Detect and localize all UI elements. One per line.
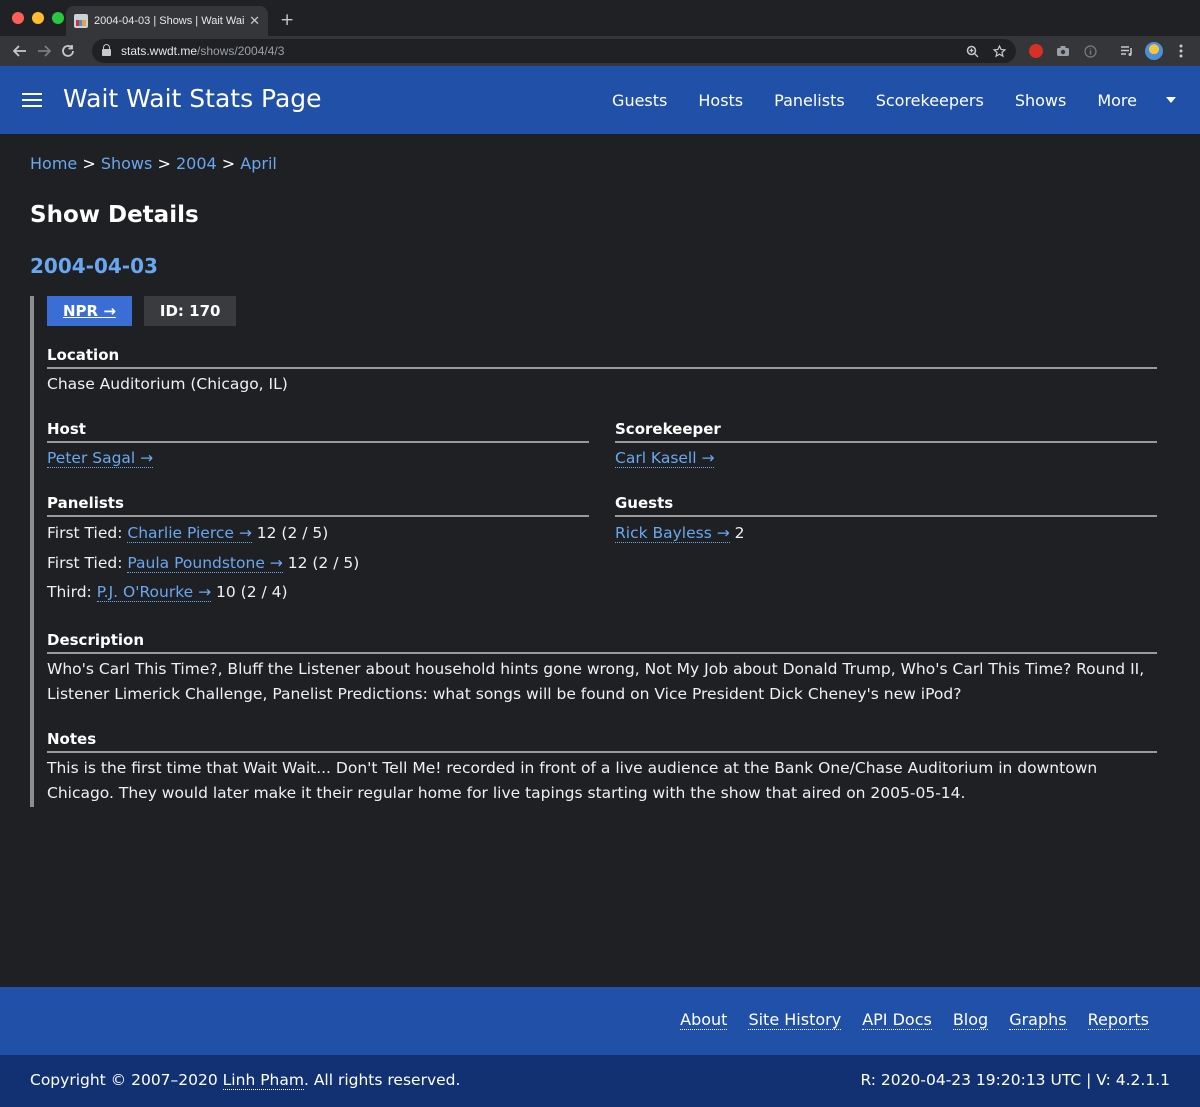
panelists-section: Panelists First Tied: Charlie Pierce → 1… bbox=[47, 494, 589, 608]
location-value: Chase Auditorium (Chicago, IL) bbox=[47, 375, 288, 393]
copyright-suffix: . All rights reserved. bbox=[303, 1071, 461, 1089]
scorekeeper-link[interactable]: Carl Kasell → bbox=[615, 449, 715, 468]
site-title[interactable]: Wait Wait Stats Page bbox=[63, 84, 322, 113]
breadcrumb-month[interactable]: April bbox=[240, 154, 277, 173]
page-title: Show Details bbox=[30, 202, 199, 228]
guest-row: Rick Bayless → 2 bbox=[615, 519, 1157, 549]
footer-nav: About Site History API Docs Blog Graphs … bbox=[0, 987, 1200, 1055]
tab-title: 2004-04-03 | Shows | Wait Wait bbox=[94, 15, 244, 27]
footer-link-reports[interactable]: Reports bbox=[1087, 1010, 1149, 1030]
author-link[interactable]: Linh Pham bbox=[222, 1071, 304, 1090]
forward-icon[interactable] bbox=[32, 39, 56, 63]
breadcrumb-separator: > bbox=[82, 154, 96, 173]
scorekeeper-section: Scorekeeper Carl Kasell → bbox=[615, 420, 1157, 471]
description-heading: Description bbox=[47, 631, 1157, 654]
panelist-rank: Third: bbox=[47, 583, 92, 601]
nav-hosts[interactable]: Hosts bbox=[698, 91, 743, 110]
browser-tab-bar: 2004-04-03 | Shows | Wait Wait ✕ + bbox=[0, 0, 1200, 36]
guests-heading: Guests bbox=[615, 494, 1157, 517]
panelist-score: 12 (2 / 5) bbox=[256, 524, 329, 542]
chevron-down-icon[interactable] bbox=[1166, 97, 1176, 103]
show-date: 2004-04-03 bbox=[30, 254, 158, 278]
panelist-link[interactable]: Charlie Pierce → bbox=[127, 524, 252, 543]
breadcrumb-home[interactable]: Home bbox=[30, 154, 77, 173]
window-controls bbox=[12, 12, 64, 24]
notes-section: Notes This is the first time that Wait W… bbox=[47, 730, 1157, 806]
panelist-link[interactable]: Paula Poundstone → bbox=[127, 553, 283, 573]
nav-guests[interactable]: Guests bbox=[612, 91, 667, 110]
nav-scorekeepers[interactable]: Scorekeepers bbox=[876, 91, 984, 110]
adblock-extension-icon[interactable] bbox=[1026, 41, 1046, 61]
copyright: Copyright © 2007–2020 Linh Pham. All rig… bbox=[30, 1071, 461, 1090]
breadcrumb-separator: > bbox=[221, 154, 236, 173]
back-icon[interactable] bbox=[8, 39, 32, 63]
revision-info: R: 2020-04-23 19:20:13 UTC | V: 4.2.1.1 bbox=[860, 1071, 1170, 1089]
description-text: Who's Carl This Time?, Bluff the Listene… bbox=[47, 660, 1145, 703]
panelist-link[interactable]: P.J. O'Rourke → bbox=[96, 583, 212, 602]
panelist-rank: First Tied: bbox=[47, 524, 123, 542]
notes-text: This is the first time that Wait Wait...… bbox=[47, 759, 1098, 802]
panelist-row: Third: P.J. O'Rourke → 10 (2 / 4) bbox=[47, 578, 589, 608]
url-text: stats.wwdt.me/shows/2004/4/3 bbox=[121, 44, 285, 58]
panelist-score: 12 (2 / 5) bbox=[287, 553, 360, 572]
host-link[interactable]: Peter Sagal → bbox=[47, 449, 154, 468]
media-queue-icon[interactable] bbox=[1117, 41, 1137, 61]
panelist-row: First Tied: Paula Poundstone → 12 (2 / 5… bbox=[47, 549, 589, 579]
nav-shows[interactable]: Shows bbox=[1015, 91, 1067, 110]
breadcrumb-year[interactable]: 2004 bbox=[176, 154, 217, 173]
scorekeeper-heading: Scorekeeper bbox=[615, 420, 1157, 443]
panelists-heading: Panelists bbox=[47, 494, 589, 517]
address-bar[interactable]: stats.wwdt.me/shows/2004/4/3 bbox=[92, 39, 1016, 63]
bookmark-star-icon[interactable] bbox=[993, 44, 1006, 58]
show-tags: NPR → ID: 170 bbox=[47, 296, 237, 326]
breadcrumb: Home > Shows > 2004 > April bbox=[30, 154, 277, 173]
maximize-window-button[interactable] bbox=[52, 12, 64, 24]
browser-tab[interactable]: 2004-04-03 | Shows | Wait Wait ✕ bbox=[66, 6, 268, 36]
new-tab-icon[interactable]: + bbox=[280, 10, 294, 30]
notes-heading: Notes bbox=[47, 730, 1157, 753]
camera-extension-icon[interactable] bbox=[1053, 41, 1073, 61]
footer-link-api-docs[interactable]: API Docs bbox=[862, 1010, 932, 1030]
copyright-prefix: Copyright © 2007–2020 bbox=[30, 1071, 218, 1089]
show-id-badge: ID: 170 bbox=[143, 296, 237, 326]
main-nav: Guests Hosts Panelists Scorekeepers Show… bbox=[612, 66, 1200, 134]
nav-panelists[interactable]: Panelists bbox=[774, 91, 845, 110]
minimize-window-button[interactable] bbox=[32, 12, 44, 24]
browser-toolbar: stats.wwdt.me/shows/2004/4/3 bbox=[0, 36, 1200, 66]
reload-icon[interactable] bbox=[56, 39, 80, 63]
host-heading: Host bbox=[47, 420, 589, 443]
profile-avatar[interactable] bbox=[1144, 41, 1164, 61]
tab-close-icon[interactable]: ✕ bbox=[249, 14, 260, 29]
panelist-score: 10 (2 / 4) bbox=[216, 583, 288, 601]
guest-link[interactable]: Rick Bayless → bbox=[615, 524, 730, 543]
host-section: Host Peter Sagal → bbox=[47, 420, 589, 471]
site-header: Wait Wait Stats Page Guests Hosts Paneli… bbox=[0, 66, 1200, 134]
close-window-button[interactable] bbox=[12, 12, 24, 24]
zoom-icon[interactable] bbox=[966, 45, 979, 58]
breadcrumb-separator: > bbox=[157, 154, 171, 173]
footer-link-about[interactable]: About bbox=[680, 1010, 728, 1030]
npr-link-button[interactable]: NPR → bbox=[47, 296, 132, 326]
info-extension-icon[interactable] bbox=[1080, 41, 1100, 61]
description-section: Description Who's Carl This Time?, Bluff… bbox=[47, 631, 1157, 707]
panelist-rank: First Tied: bbox=[47, 553, 123, 572]
favicon-icon bbox=[74, 14, 88, 28]
lock-icon bbox=[102, 44, 111, 56]
browser-menu-icon[interactable] bbox=[1171, 41, 1191, 61]
location-heading: Location bbox=[47, 346, 1157, 369]
guests-section: Guests Rick Bayless → 2 bbox=[615, 494, 1157, 549]
show-details-panel: NPR → ID: 170 Location Chase Auditorium … bbox=[30, 296, 1157, 807]
nav-more[interactable]: More bbox=[1097, 91, 1137, 110]
hamburger-menu-icon[interactable] bbox=[22, 93, 42, 107]
breadcrumb-shows[interactable]: Shows bbox=[101, 154, 153, 173]
footer-link-site-history[interactable]: Site History bbox=[748, 1010, 842, 1030]
footer-link-graphs[interactable]: Graphs bbox=[1009, 1010, 1067, 1030]
panelist-row: First Tied: Charlie Pierce → 12 (2 / 5) bbox=[47, 519, 589, 549]
location-section: Location Chase Auditorium (Chicago, IL) bbox=[47, 346, 1157, 397]
footer-bottom: Copyright © 2007–2020 Linh Pham. All rig… bbox=[0, 1055, 1200, 1107]
footer-link-blog[interactable]: Blog bbox=[952, 1010, 989, 1030]
guest-score: 2 bbox=[734, 524, 745, 542]
